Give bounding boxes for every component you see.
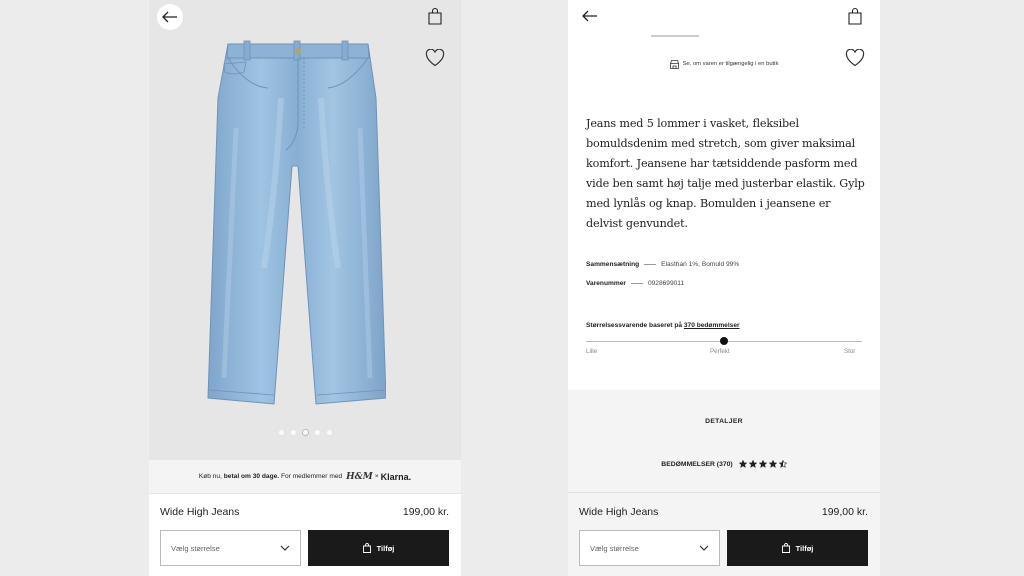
add-to-bag-label: Tilføj bbox=[795, 543, 814, 553]
purchase-bar: Wide High Jeans 199,00 kr. Vælg størrels… bbox=[149, 494, 461, 576]
carousel-dot[interactable] bbox=[290, 430, 296, 435]
rating-stars bbox=[738, 460, 787, 468]
shopping-bag-icon bbox=[428, 7, 442, 25]
divider bbox=[568, 492, 880, 493]
back-button[interactable] bbox=[578, 4, 602, 28]
composition-label: Sammensætning bbox=[586, 261, 640, 268]
carousel-dot[interactable] bbox=[314, 430, 320, 435]
size-select-placeholder: Vælg størrelse bbox=[590, 543, 639, 553]
carousel-dot[interactable] bbox=[326, 430, 332, 435]
size-select[interactable]: Vælg størrelse bbox=[579, 530, 720, 566]
back-button[interactable] bbox=[157, 4, 183, 30]
article-number-label: Varenummer bbox=[586, 280, 626, 287]
details-accordion[interactable]: DETALJER bbox=[568, 418, 880, 425]
reviews-accordion[interactable]: BEDØMMELSER (370) bbox=[568, 460, 880, 468]
shopping-bag-button[interactable] bbox=[843, 4, 867, 28]
star-icon bbox=[738, 460, 747, 468]
store-availability-text: Se, om varen er tilgængelig i en butik bbox=[682, 61, 779, 67]
klarna-logo: Klarna. bbox=[380, 471, 412, 482]
back-arrow-icon bbox=[162, 11, 177, 23]
klarna-bold-text: betal om 30 dage. bbox=[223, 473, 280, 480]
fit-title-prefix: Størrelsessvarende baseret på bbox=[586, 322, 683, 329]
chevron-down-icon bbox=[699, 545, 709, 551]
add-to-bag-button[interactable]: Tilføj bbox=[308, 530, 449, 566]
product-description: Jeans med 5 lommer i vasket, fleksibel b… bbox=[586, 117, 865, 230]
carousel-dot[interactable] bbox=[278, 430, 284, 435]
add-to-bag-label: Tilføj bbox=[376, 543, 395, 553]
store-availability-link[interactable]: Se, om varen er tilgængelig i en butik bbox=[568, 38, 880, 90]
product-jeans-image bbox=[207, 40, 386, 405]
heart-icon bbox=[425, 49, 445, 67]
article-number-value: 0928699011 bbox=[647, 280, 685, 287]
scroll-indicator bbox=[651, 35, 699, 37]
composition-row: Sammensætning Elasthan 1%, Bomuld 99% bbox=[586, 261, 739, 268]
favorite-button[interactable] bbox=[843, 46, 867, 70]
product-info-card: Jeans med 5 lommer i vasket, fleksibel b… bbox=[568, 90, 880, 390]
star-icon bbox=[748, 460, 757, 468]
shopping-bag-icon bbox=[848, 7, 862, 25]
shopping-bag-button[interactable] bbox=[423, 4, 447, 28]
store-icon bbox=[669, 59, 679, 69]
klarna-banner[interactable]: Køb nu, betal om 30 dage. For medlemmer … bbox=[149, 460, 461, 494]
back-arrow-icon bbox=[582, 10, 597, 22]
klarna-member-text: For medlemmer med bbox=[280, 473, 343, 480]
shopping-bag-icon bbox=[781, 543, 790, 553]
purchase-bar: Wide High Jeans 199,00 kr. Vælg størrels… bbox=[568, 494, 880, 576]
reviews-label: BEDØMMELSER (370) bbox=[661, 460, 733, 468]
add-to-bag-button[interactable]: Tilføj bbox=[727, 530, 868, 566]
composition-value: Elasthan 1%, Bomuld 99% bbox=[661, 261, 740, 268]
fit-title: Størrelsessvarende baseret på 370 bedømm… bbox=[586, 322, 740, 329]
shopping-bag-icon bbox=[362, 543, 371, 553]
product-price: 199,00 kr. bbox=[821, 506, 868, 518]
spec-divider bbox=[644, 264, 657, 265]
size-select[interactable]: Vælg størrelse bbox=[160, 530, 301, 566]
star-icon bbox=[778, 460, 787, 468]
star-icon bbox=[768, 460, 777, 468]
product-price: 199,00 kr. bbox=[402, 506, 449, 518]
carousel-dot[interactable] bbox=[302, 430, 308, 435]
fit-label-perfect: Perfekt bbox=[710, 348, 730, 355]
product-image-area[interactable] bbox=[149, 0, 461, 460]
spec-divider bbox=[630, 283, 643, 284]
top-bar bbox=[568, 0, 880, 38]
heart-icon bbox=[845, 49, 865, 67]
product-name: Wide High Jeans bbox=[160, 506, 240, 518]
fit-label-small: Lille bbox=[586, 348, 598, 355]
fit-reviews-link[interactable]: 370 bedømmelser bbox=[684, 322, 740, 329]
chevron-down-icon bbox=[280, 545, 290, 551]
favorite-button[interactable] bbox=[423, 46, 447, 70]
star-icon bbox=[758, 460, 767, 468]
hm-logo: H&M bbox=[346, 471, 373, 482]
klarna-prefix: Køb nu, bbox=[198, 473, 222, 480]
article-number-row: Varenummer 0928699011 bbox=[586, 280, 684, 287]
image-carousel-dots[interactable] bbox=[149, 430, 461, 435]
product-details-screen: Se, om varen er tilgængelig i en butik J… bbox=[568, 0, 880, 576]
product-image-screen: Køb nu, betal om 30 dage. For medlemmer … bbox=[149, 0, 461, 576]
fit-label-large: Stor bbox=[844, 348, 856, 355]
product-name: Wide High Jeans bbox=[579, 506, 659, 518]
fit-scale-marker bbox=[720, 337, 728, 345]
times-sign: × bbox=[374, 473, 379, 480]
size-select-placeholder: Vælg størrelse bbox=[171, 543, 220, 553]
